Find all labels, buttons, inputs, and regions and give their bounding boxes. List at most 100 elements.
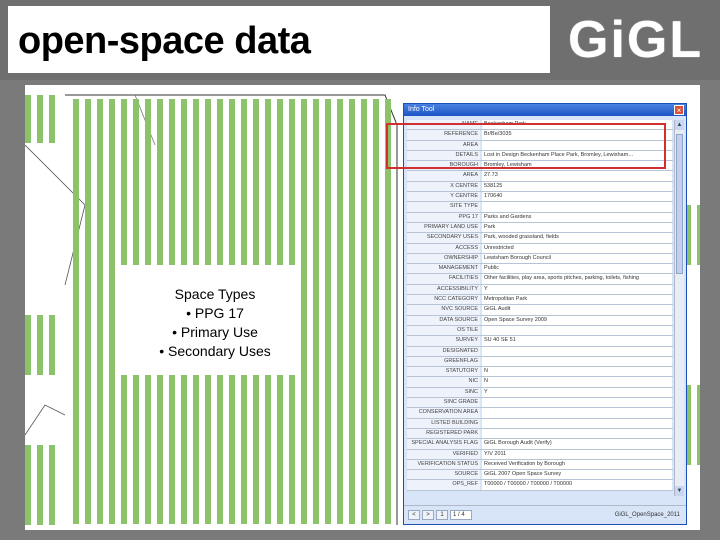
attribute-value[interactable]: GiGL 2007 Open Space Survey xyxy=(482,470,672,480)
road-line xyxy=(25,404,66,436)
attribute-value[interactable]: GiGL Audit xyxy=(482,305,672,315)
attribute-row: AREA 27.73 xyxy=(407,171,673,182)
attribute-value[interactable]: SU 40 SE 51 xyxy=(482,336,672,346)
attribute-value[interactable]: N xyxy=(482,367,672,377)
attribute-row: Y CENTRE 170640 xyxy=(407,192,673,203)
attribute-value[interactable]: Y/V 2011 xyxy=(482,449,672,459)
attribute-value[interactable]: Unrestricted xyxy=(482,243,672,253)
attribute-value[interactable]: Parks and Gardens xyxy=(482,212,672,222)
caption-block: Space Types • PPG 17 • Primary Use • Sec… xyxy=(145,285,285,361)
attribute-value[interactable]: Y xyxy=(482,387,672,398)
gigl-logo: GiGL xyxy=(568,11,704,69)
scroll-up-icon[interactable]: ▲ xyxy=(675,120,684,130)
attribute-row: MANAGEMENT Public xyxy=(407,264,673,275)
window-title: Info Tool xyxy=(408,106,435,113)
attribute-value[interactable]: 538125 xyxy=(482,181,672,192)
attribute-label: PPG 17 xyxy=(407,212,480,222)
slide-header: open-space data GiGL xyxy=(0,0,720,80)
attribute-value[interactable]: 27.73 xyxy=(482,171,672,181)
close-icon[interactable]: × xyxy=(674,105,684,115)
attribute-value[interactable] xyxy=(482,325,672,336)
caption-heading: Space Types xyxy=(174,286,256,302)
attribute-label: NIC xyxy=(407,377,480,387)
attribute-row: ACCESSIBILITY Y xyxy=(407,284,673,296)
slide-title: open-space data xyxy=(18,20,311,62)
attribute-value[interactable] xyxy=(482,418,672,428)
scroll-down-icon[interactable]: ▼ xyxy=(675,486,684,496)
attribute-row: NVC SOURCE GiGL Audit xyxy=(407,305,673,316)
attribute-value[interactable] xyxy=(482,428,672,439)
attribute-value[interactable]: Public xyxy=(482,264,672,274)
attribute-label: FACILITIES xyxy=(407,274,480,284)
attribute-label: VERIFIED xyxy=(407,449,480,459)
attribute-row: X CENTRE 538125 xyxy=(407,181,673,193)
attribute-label: LISTED BUILDING xyxy=(407,418,480,428)
attribute-label: SURVEY xyxy=(407,336,480,346)
attribute-label: SINC xyxy=(407,387,480,398)
attribute-value[interactable] xyxy=(482,202,672,212)
attribute-row: LISTED BUILDING xyxy=(407,418,673,429)
attribute-row: DESIGNATED xyxy=(407,346,673,357)
next-record-button[interactable]: > xyxy=(422,510,434,520)
record-indicator: 1 / 4 xyxy=(450,510,472,520)
attribute-value[interactable] xyxy=(482,346,672,356)
attribute-row: SOURCE GiGL 2007 Open Space Survey xyxy=(407,470,673,481)
scrollbar[interactable]: ▲ ▼ xyxy=(674,120,684,496)
attribute-row: DATA SOURCE Open Space Survey 2009 xyxy=(407,315,673,326)
attribute-value[interactable] xyxy=(482,356,672,367)
caption-bullet: • PPG 17 xyxy=(186,305,244,321)
attribute-label: GREENFLAG xyxy=(407,356,480,367)
attribute-label: SITE TYPE xyxy=(407,202,480,212)
attribute-row: SINC GRADE xyxy=(407,398,673,409)
attribute-value[interactable] xyxy=(482,408,672,418)
attribute-value[interactable]: Park xyxy=(482,222,672,233)
attribute-value[interactable]: N xyxy=(482,377,672,387)
attribute-value[interactable]: Lewisham Borough Council xyxy=(482,253,672,264)
attribute-row: OPS_REF T00000 / T00000 / T00000 / T00000 xyxy=(407,480,673,491)
attribute-label: VERIFICATION STATUS xyxy=(407,459,480,470)
attribute-label: PRIMARY LAND USE xyxy=(407,222,480,233)
caption-bullet: • Primary Use xyxy=(172,324,258,340)
attribute-value[interactable] xyxy=(482,398,672,408)
attribute-label: CONSERVATION AREA xyxy=(407,408,480,418)
window-footer: < > 1 1 / 4 GiGL_OpenSpace_2011 xyxy=(404,505,686,524)
attribute-value[interactable]: Metropolitan Park xyxy=(482,295,672,305)
window-titlebar[interactable]: Info Tool × xyxy=(404,104,686,116)
attribute-label: SPECIAL ANALYSIS FLAG xyxy=(407,439,480,449)
attribute-row: NCC CATEGORY Metropolitan Park xyxy=(407,295,673,306)
attribute-label: NCC CATEGORY xyxy=(407,295,480,305)
attribute-row: ACCESS Unrestricted xyxy=(407,243,673,254)
attribute-value[interactable]: GiGL Borough Audit (Verify) xyxy=(482,439,672,449)
attribute-label: ACCESS xyxy=(407,243,480,253)
attribute-label: SINC GRADE xyxy=(407,398,480,408)
open-space-hatch-small[interactable] xyxy=(25,315,55,375)
attribute-row: SECONDARY USES Park, wooded grassland, fi… xyxy=(407,233,673,244)
attribute-value[interactable]: Park, wooded grassland, fields xyxy=(482,233,672,243)
attribute-label: DATA SOURCE xyxy=(407,315,480,325)
attribute-label: Y CENTRE xyxy=(407,192,480,202)
caption-bullet: • Secondary Uses xyxy=(159,343,271,359)
attribute-label: MANAGEMENT xyxy=(407,264,480,274)
attribute-label: OPS_REF xyxy=(407,480,480,490)
attribute-label: DESIGNATED xyxy=(407,346,480,356)
open-space-hatch-small[interactable] xyxy=(25,95,61,143)
attribute-row: SURVEY SU 40 SE 51 xyxy=(407,336,673,347)
layer-name: GiGL_OpenSpace_2011 xyxy=(614,512,680,518)
attribute-row: REGISTERED PARK xyxy=(407,428,673,440)
attribute-value[interactable]: T00000 / T00000 / T00000 / T00000 xyxy=(482,480,672,490)
scroll-thumb[interactable] xyxy=(676,134,683,274)
attribute-row: SPECIAL ANALYSIS FLAG GiGL Borough Audit … xyxy=(407,439,673,450)
prev-record-button[interactable]: < xyxy=(408,510,420,520)
attribute-label: SECONDARY USES xyxy=(407,233,480,243)
attribute-row: PPG 17 Parks and Gardens xyxy=(407,212,673,223)
attribute-row: STATUTORY N xyxy=(407,367,673,378)
open-space-hatch-small[interactable] xyxy=(25,445,61,525)
attribute-label: ACCESSIBILITY xyxy=(407,284,480,295)
attribute-value[interactable]: Open Space Survey 2009 xyxy=(482,315,672,325)
attribute-label: STATUTORY xyxy=(407,367,480,377)
attribute-value[interactable]: Received Verification by Borough xyxy=(482,459,672,470)
attribute-value[interactable]: Y xyxy=(482,284,672,295)
attribute-value[interactable]: Other facilities, play area, sports pitc… xyxy=(482,274,672,284)
attribute-value[interactable]: 170640 xyxy=(482,192,672,202)
first-record-button[interactable]: 1 xyxy=(436,510,448,520)
